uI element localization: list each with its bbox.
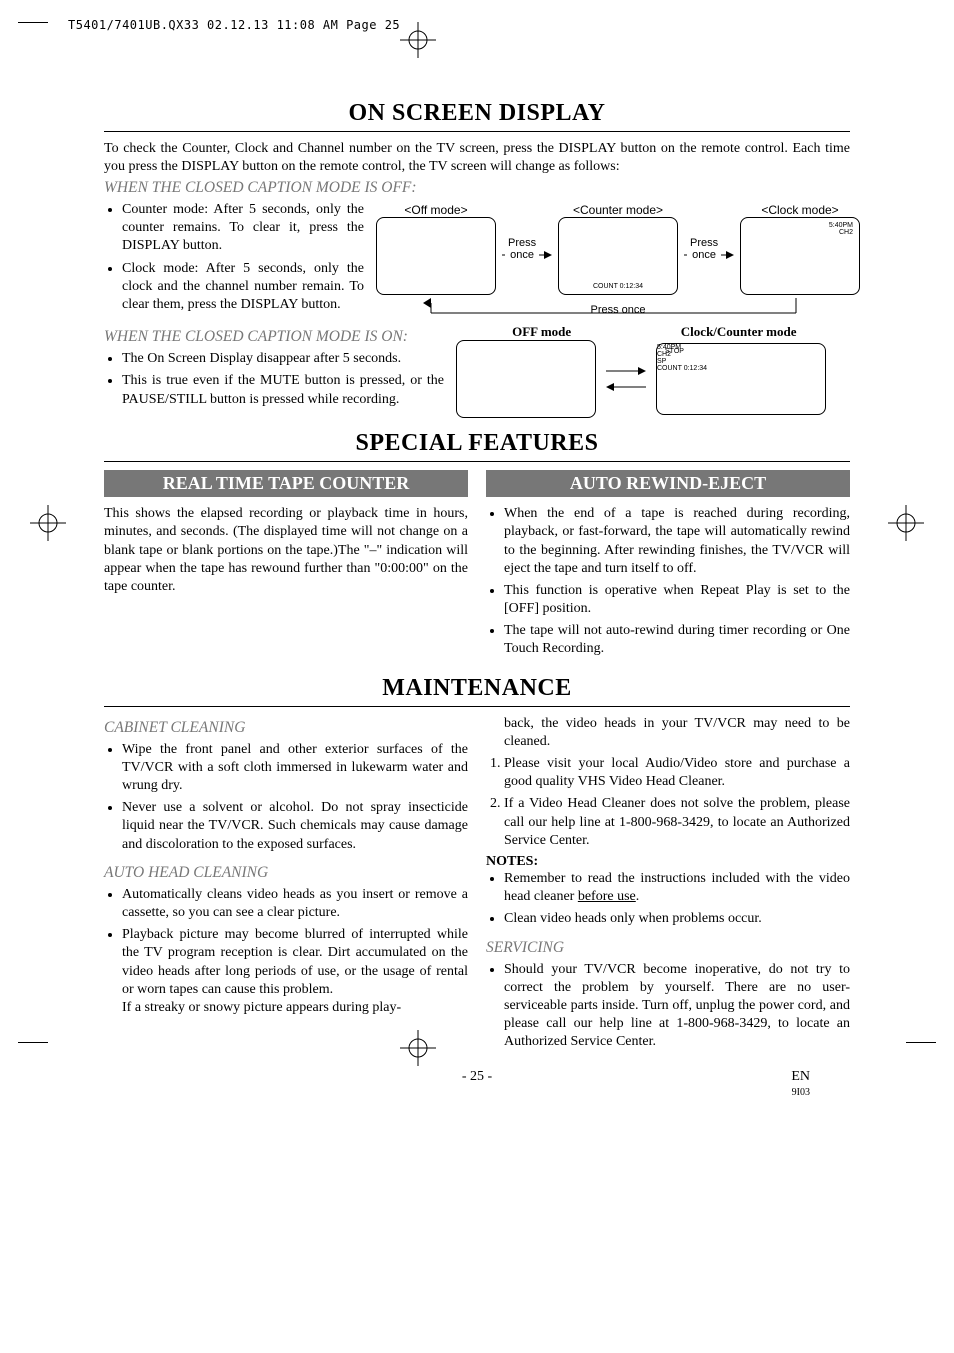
cabinet-cleaning-heading: CABINET CLEANING (104, 719, 468, 737)
list-item: Wipe the front panel and other exterior … (122, 741, 468, 796)
list-item: Never use a solvent or alcohol. Do not s… (122, 799, 468, 854)
screen-box-counter: COUNT 0:12:34 (558, 217, 678, 295)
list-item: Please visit your local Audio/Video stor… (504, 755, 850, 791)
cabinet-bullet-list: Wipe the front panel and other exterior … (104, 741, 468, 854)
numbered-steps: Please visit your local Audio/Video stor… (486, 755, 850, 850)
list-item: Counter mode: After 5 seconds, only the … (122, 201, 364, 256)
count-readout: COUNT 0:12:34 (657, 365, 825, 372)
cc-on-heading: WHEN THE CLOSED CAPTION MODE IS ON: (104, 328, 444, 346)
crop-mark (906, 1042, 936, 1043)
auto-rewind-list: When the end of a tape is reached during… (486, 505, 850, 659)
list-item: Remember to read the instructions includ… (504, 870, 850, 906)
counter-mode-label: <Counter mode> (558, 203, 678, 217)
servicing-bullet-list: Should your TV/VCR become inoperative, d… (486, 961, 850, 1052)
press-once-label: once (510, 249, 534, 261)
divider (104, 131, 850, 132)
sp-label: SP (657, 358, 825, 365)
real-time-counter-header: REAL TIME TAPE COUNTER (104, 470, 468, 497)
osd-diagram-2: OFF mode Clock/Counter mode STOP 5:40PM … (456, 324, 850, 418)
screen-box-clock: 5:40PM CH2 (740, 217, 860, 295)
list-item: The tape will not auto-rewind during tim… (504, 622, 850, 658)
doc-id: 9I03 (104, 1087, 850, 1098)
clock-counter-bold: Clock/Counter mode (627, 324, 850, 340)
list-item: This function is operative when Repeat P… (504, 582, 850, 618)
screen-box-off (376, 217, 496, 295)
page-footer: - 25 - EN (104, 1069, 850, 1085)
screen-box-off-2 (456, 340, 596, 418)
page-number: - 25 - (462, 1069, 492, 1085)
crop-mark (18, 1042, 48, 1043)
list-item: Automatically cleans video heads as you … (122, 886, 468, 922)
registration-mark-top (400, 22, 436, 58)
list-item: Clock mode: After 5 seconds, only the cl… (122, 260, 364, 315)
list-item: If a Video Head Cleaner does not solve t… (504, 795, 850, 850)
auto-rewind-header: AUTO REWIND-EJECT (486, 470, 850, 497)
section-title-maintenance: MAINTENANCE (104, 675, 850, 702)
press-once-label: Press (508, 237, 536, 249)
divider (104, 461, 850, 462)
cc-off-heading: WHEN THE CLOSED CAPTION MODE IS OFF: (104, 179, 850, 197)
section-title-special: SPECIAL FEATURES (104, 430, 850, 457)
registration-mark-bottom (400, 1030, 436, 1066)
list-item: Playback picture may become blurred of i… (122, 926, 468, 1017)
registration-mark-left (30, 505, 66, 541)
press-once-label: Press (690, 237, 718, 249)
crop-mark (18, 22, 48, 23)
list-item: Clean video heads only when problems occ… (504, 910, 850, 928)
notes-bullet-list: Remember to read the instructions includ… (486, 870, 850, 929)
cc-off-bullet-list: Counter mode: After 5 seconds, only the … (104, 201, 364, 314)
servicing-heading: SERVICING (486, 939, 850, 957)
section-title-osd: ON SCREEN DISPLAY (104, 100, 850, 127)
clock-channel: CH2 (839, 229, 853, 236)
list-item: When the end of a tape is reached during… (504, 505, 850, 578)
divider (104, 706, 850, 707)
count-readout: COUNT 0:12:34 (559, 283, 677, 290)
osd-diagram: <Off mode> <Counter mode> <Clock mode> P… (376, 203, 860, 318)
auto-head-bullet-list: Automatically cleans video heads as you … (104, 886, 468, 1017)
cc-on-bullet-list: The On Screen Display disappear after 5 … (104, 350, 444, 409)
notes-label: NOTES: (486, 854, 850, 870)
stop-label: STOP (665, 348, 684, 355)
off-mode-label: <Off mode> (376, 203, 496, 217)
osd-intro: To check the Counter, Clock and Channel … (104, 140, 850, 175)
list-item: The On Screen Display disappear after 5 … (122, 350, 444, 368)
clock-mode-label: <Clock mode> (740, 203, 860, 217)
registration-mark-right (888, 505, 924, 541)
continuation-text: back, the video heads in your TV/VCR may… (486, 715, 850, 751)
auto-head-heading: AUTO HEAD CLEANING (104, 864, 468, 882)
screen-box-clock-counter: STOP 5:40PM CH2 SP COUNT 0:12:34 (656, 343, 826, 415)
real-time-counter-body: This shows the elapsed recording or play… (104, 505, 468, 596)
clock-time: 5:40PM (829, 222, 853, 229)
off-mode-bold: OFF mode (456, 324, 627, 340)
list-item: Should your TV/VCR become inoperative, d… (504, 961, 850, 1052)
proof-header: T5401/7401UB.QX33 02.12.13 11:08 AM Page… (68, 18, 400, 32)
lang-indicator: EN (791, 1069, 810, 1085)
press-once-label: once (692, 249, 716, 261)
list-item: This is true even if the MUTE button is … (122, 372, 444, 408)
